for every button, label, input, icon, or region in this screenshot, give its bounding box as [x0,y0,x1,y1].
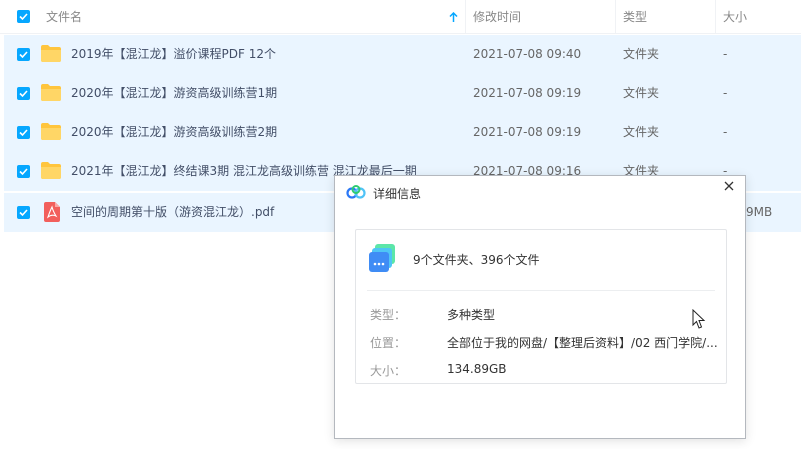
folder-icon [41,45,61,65]
file-size: 9MB [746,205,773,219]
folder-icon [41,123,61,143]
row-checkbox[interactable] [17,126,30,139]
file-size: - [723,47,728,61]
file-row[interactable]: 2020年【混江龙】游资高级训练营2期 2021-07-08 09:19 文件夹… [4,113,801,152]
row-checkbox[interactable] [17,206,30,219]
file-name[interactable]: 2020年【混江龙】游资高级训练营2期 [71,113,277,152]
row-checkbox[interactable] [17,48,30,61]
multiple-files-icon [367,242,399,277]
column-header-size[interactable]: 大小 [723,0,747,34]
selection-summary: 9个文件夹、396个文件 [413,253,540,267]
size-label: 大小： [370,364,407,378]
file-name[interactable]: 2020年【混江龙】游资高级训练营1期 [71,74,277,113]
file-type: 文件夹 [623,86,660,100]
file-size: - [723,125,728,139]
location-label: 位置： [370,336,407,350]
size-value: 134.89GB [447,362,507,376]
file-type: 文件夹 [623,125,660,139]
column-header-name[interactable]: 文件名 [46,0,82,34]
file-row[interactable]: 2020年【混江龙】游资高级训练营1期 2021-07-08 09:19 文件夹… [4,74,801,113]
folder-icon [41,162,61,182]
file-name[interactable]: 2019年【混江龙】溢价课程PDF 12个 [71,35,276,74]
dialog-title: 详细信息 [373,187,422,201]
sort-ascending-icon[interactable] [449,0,458,34]
mouse-cursor-icon [692,308,706,333]
file-mtime: 2021-07-08 09:19 [473,125,582,139]
file-row[interactable]: 2019年【混江龙】溢价课程PDF 12个 2021-07-08 09:40 文… [4,35,801,74]
file-mtime: 2021-07-08 09:19 [473,86,582,100]
close-icon[interactable] [722,179,736,193]
file-list-header: 文件名 修改时间 类型 大小 [0,0,801,34]
folder-icon [41,84,61,104]
column-header-type[interactable]: 类型 [623,0,647,34]
details-panel: 9个文件夹、396个文件 类型： 多种类型 位置： 全部位于我的网盘/【整理后资… [355,229,727,384]
row-checkbox[interactable] [17,165,30,178]
column-header-mtime[interactable]: 修改时间 [473,0,521,34]
file-type: 文件夹 [623,47,660,61]
divider [367,290,715,291]
location-value[interactable]: 全部位于我的网盘/【整理后资料】/02 西门学院/... [447,334,718,351]
pdf-icon [44,202,60,225]
file-size: - [723,86,728,100]
file-name[interactable]: 空间的周期第十版（游资混江龙）.pdf [71,193,274,232]
file-manager: 文件名 修改时间 类型 大小 2019年【混江龙】溢价课程PDF 12个 202… [0,0,801,449]
type-label: 类型： [370,308,407,322]
select-all-checkbox[interactable] [17,10,30,23]
file-mtime: 2021-07-08 09:40 [473,47,582,61]
baidu-netdisk-logo-icon [346,185,366,202]
type-value: 多种类型 [447,308,496,322]
row-checkbox[interactable] [17,87,30,100]
details-dialog: 详细信息 9个文件夹、396个文件 类型： 多种类型 位置： 全部位于我的网盘/ [334,175,746,439]
